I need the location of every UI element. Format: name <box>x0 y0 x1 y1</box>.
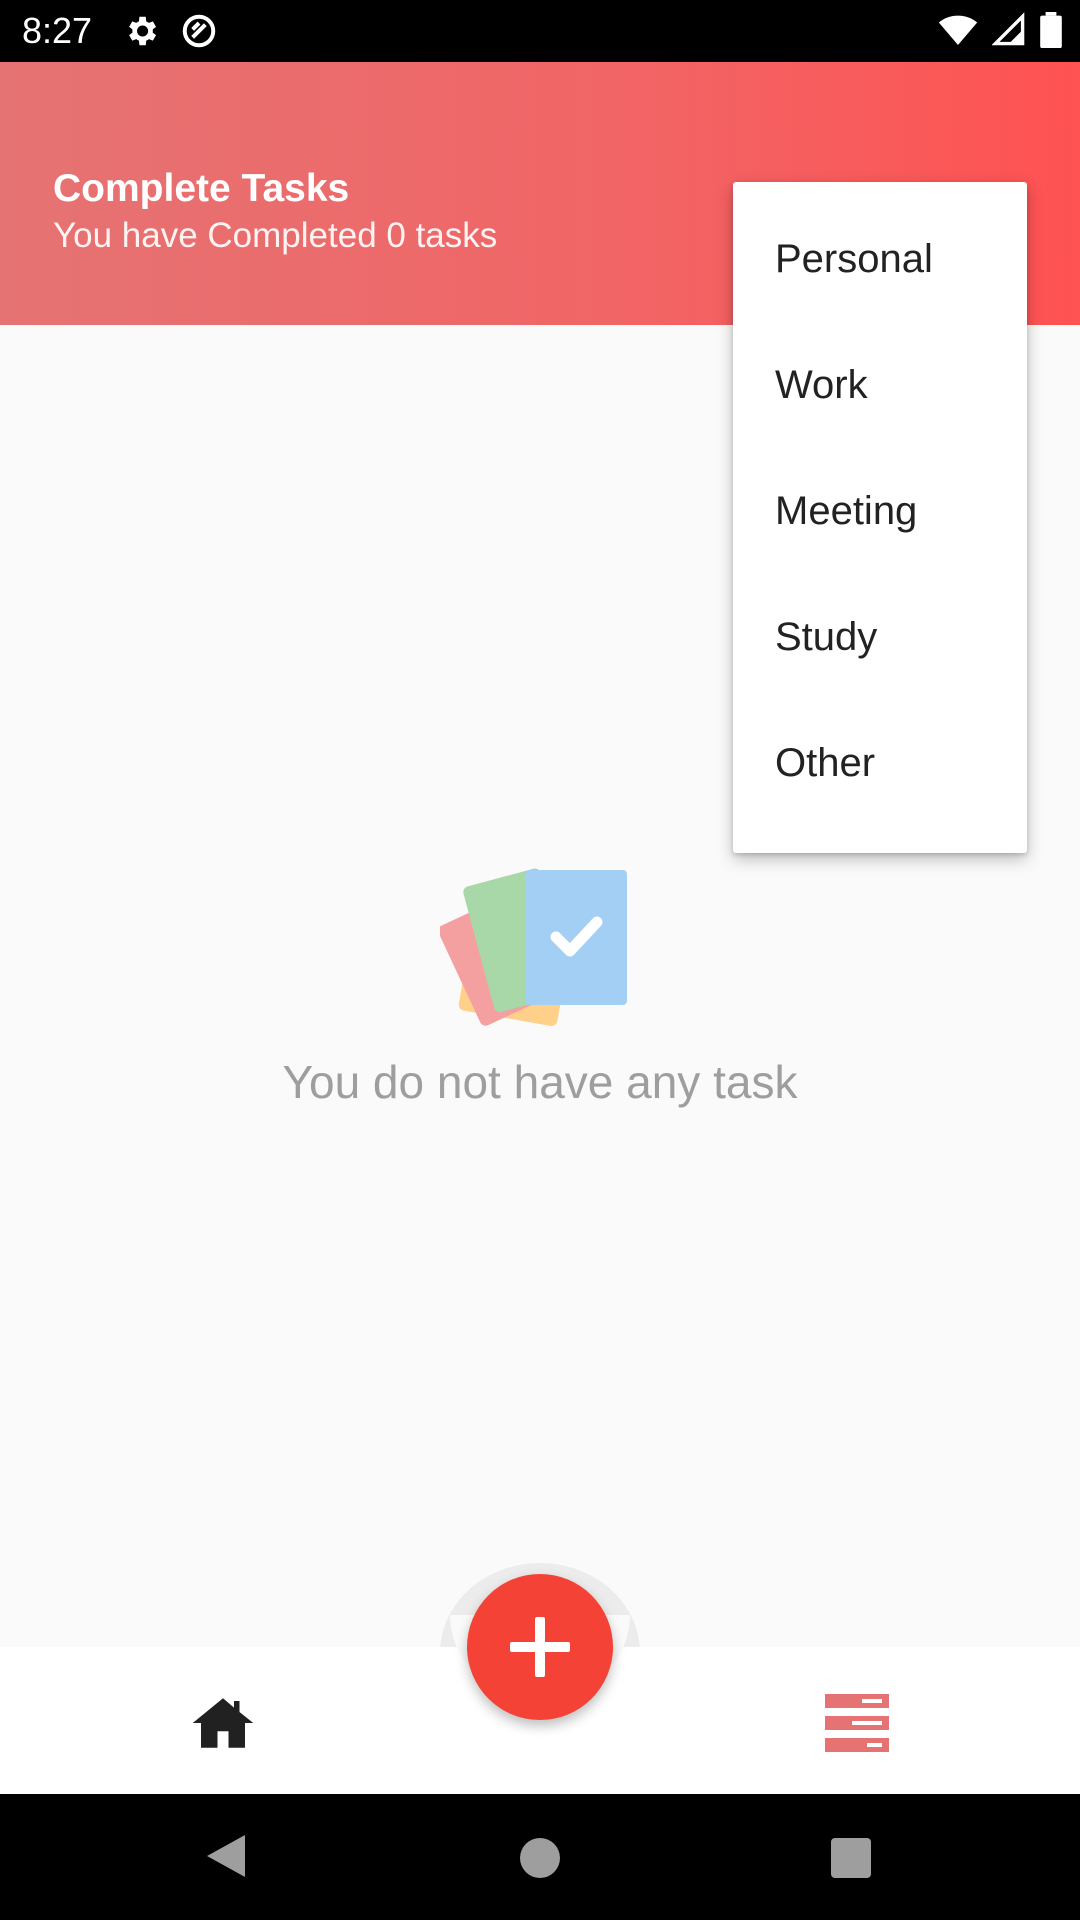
menu-item-work[interactable]: Work <box>733 322 1027 448</box>
status-icons-left <box>122 12 218 55</box>
menu-item-other[interactable]: Other <box>733 700 1027 826</box>
wifi-icon <box>938 12 978 53</box>
task-list-button[interactable] <box>822 1690 892 1756</box>
battery-icon <box>1040 12 1062 53</box>
home-button[interactable] <box>190 1690 256 1756</box>
back-button[interactable] <box>205 1833 247 1884</box>
category-menu: Personal Work Meeting Study Other <box>733 182 1027 853</box>
home-icon <box>192 1698 254 1748</box>
menu-item-meeting[interactable]: Meeting <box>733 448 1027 574</box>
plus-icon <box>510 1617 570 1677</box>
task-list-icon <box>825 1694 889 1752</box>
back-icon <box>207 1835 245 1877</box>
add-task-button[interactable] <box>467 1574 613 1720</box>
status-bar: 8:27 <box>0 0 1080 62</box>
menu-item-personal[interactable]: Personal <box>733 196 1027 322</box>
status-time: 8:27 <box>22 10 93 51</box>
recent-apps-button[interactable] <box>831 1838 871 1878</box>
empty-tasks-illustration <box>438 850 640 1050</box>
menu-item-study[interactable]: Study <box>733 574 1027 700</box>
header-title: Complete Tasks <box>53 167 350 210</box>
sync-icon <box>180 12 218 55</box>
gear-icon <box>122 12 160 55</box>
status-icons-right <box>938 12 1062 53</box>
system-home-button[interactable] <box>520 1838 560 1878</box>
signal-icon <box>991 12 1026 53</box>
empty-state-message: You do not have any task <box>282 1056 798 1108</box>
header-subtitle: You have Completed 0 tasks <box>53 216 498 255</box>
